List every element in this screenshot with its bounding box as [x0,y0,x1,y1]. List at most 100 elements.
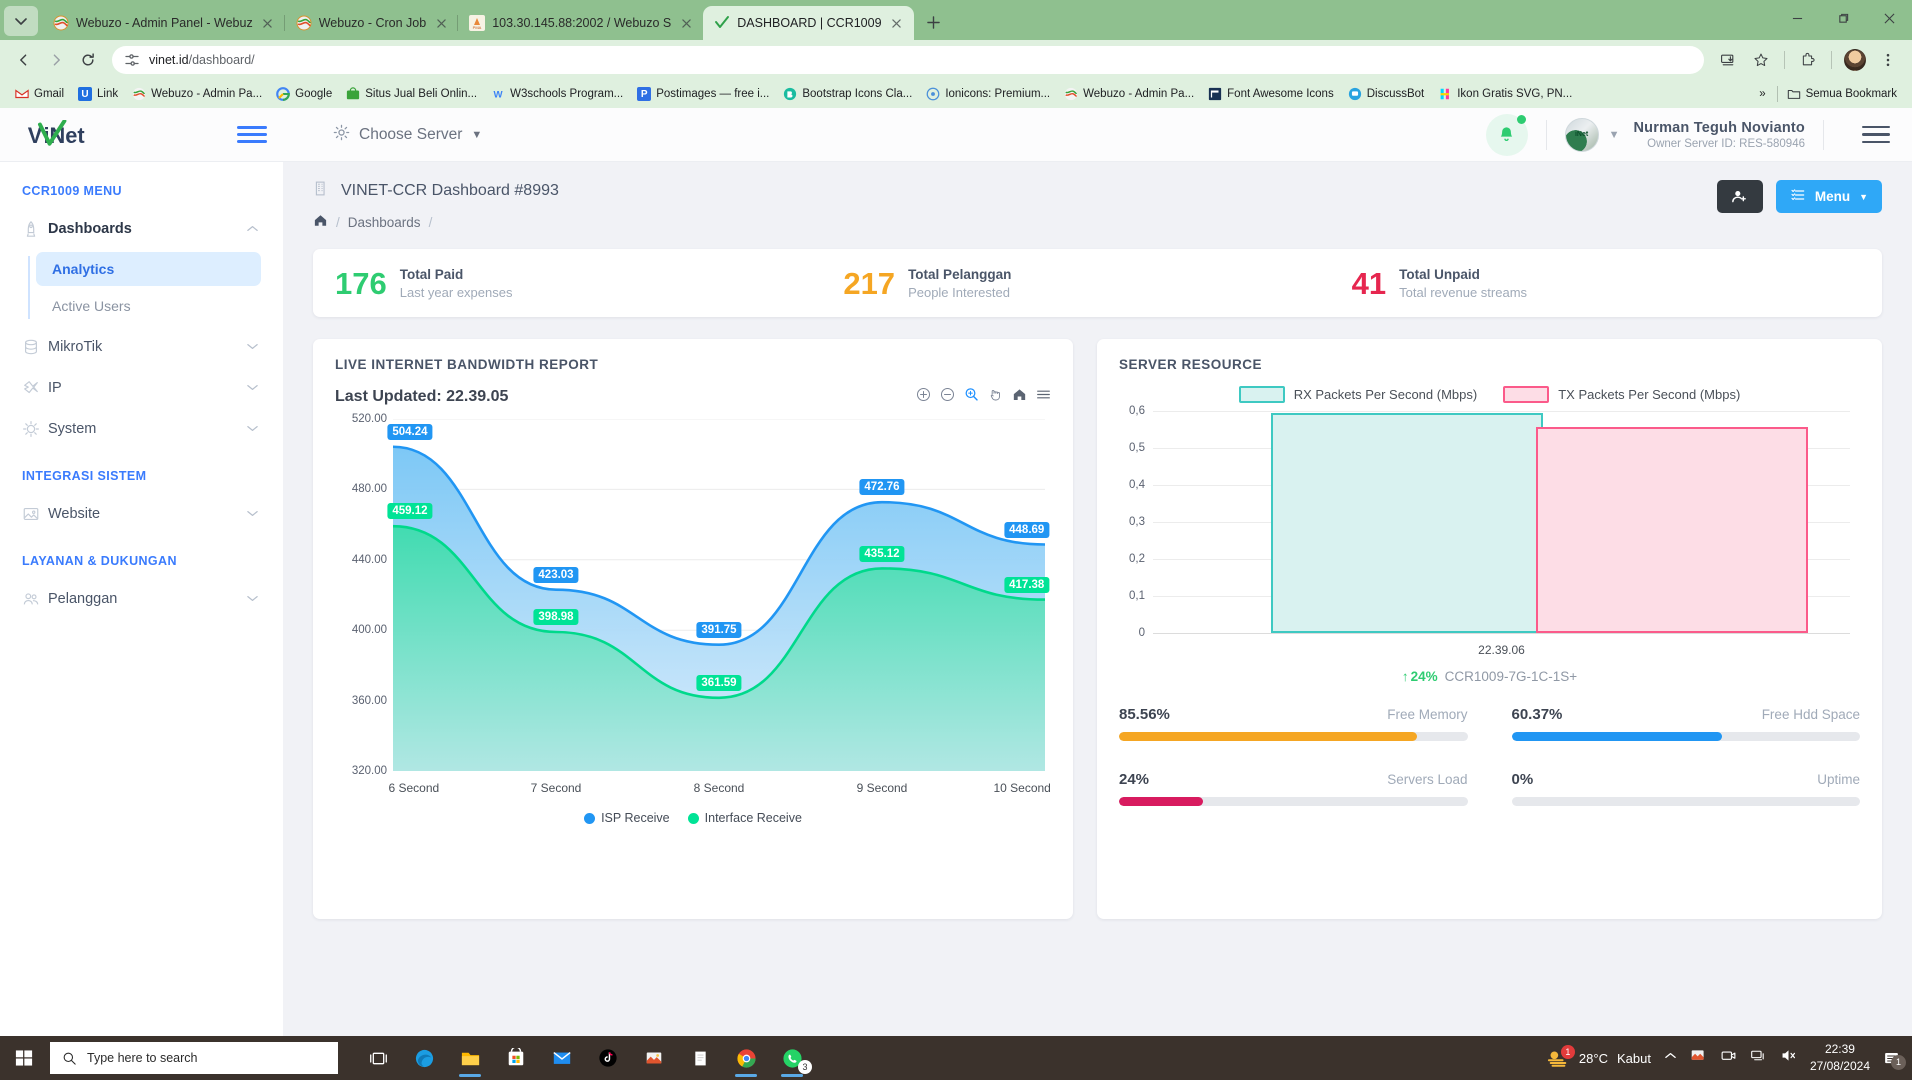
bookmark-item[interactable]: Bootstrap Icons Cla... [777,84,918,104]
pan-icon[interactable] [988,387,1003,407]
volume-muted-icon[interactable] [1780,1047,1797,1069]
add-user-button[interactable] [1716,180,1763,213]
install-app-icon[interactable] [1713,45,1743,75]
extensions-puzzle-icon[interactable] [1793,45,1823,75]
last-updated-text: Last Updated: 22.39.05 [335,388,509,405]
bar[interactable] [1271,412,1544,633]
maximize-icon[interactable] [1820,0,1866,36]
sidebar-item-dashboards[interactable]: Dashboards [0,208,283,249]
settings-menu-button[interactable] [1862,125,1890,144]
profile-avatar[interactable] [1840,45,1870,75]
bar[interactable] [1536,426,1809,633]
bookmark-item[interactable]: W W3schools Program... [485,84,629,104]
new-tab-button[interactable] [920,8,948,36]
network-tray-icon[interactable] [1750,1047,1767,1069]
microsoft-store-icon[interactable] [498,1038,534,1078]
reload-icon[interactable] [73,45,103,75]
tab-search-button[interactable] [4,6,38,36]
bookmarks-overflow[interactable]: » Semua Bookmark [1751,84,1903,104]
browser-tab-2[interactable]: Webuzo - Cron Job [283,6,458,40]
bar-legend-item[interactable]: TX Packets Per Second (Mbps) [1503,386,1740,403]
close-icon[interactable] [889,15,905,31]
search-input[interactable]: Type here to search [50,1042,338,1074]
gridline [1153,411,1850,412]
tray-expand-icon[interactable] [1664,1049,1677,1067]
browser-tab-3[interactable]: PMA 103.30.145.88:2002 / Webuzo S [457,6,703,40]
sidebar-toggle-button[interactable] [237,126,267,143]
camera-tray-icon[interactable] [1720,1047,1737,1069]
site-settings-icon[interactable] [124,52,140,68]
browser-tab-1[interactable]: Webuzo - Admin Panel - Webuz [42,6,285,40]
bookmark-item[interactable]: Webuzo - Admin Pa... [126,84,268,104]
weather-widget[interactable]: 1 28°C Kabut [1546,1045,1651,1068]
choose-server-dropdown[interactable]: Choose Server ▼ [333,124,482,146]
user-chevron-down-icon[interactable]: ▼ [1609,129,1620,141]
bookmark-item[interactable]: Webuzo - Admin Pa... [1058,84,1200,104]
sidebar-item-ip[interactable]: IP [0,367,283,408]
notifications-button[interactable] [1485,113,1528,156]
sidebar-item-system[interactable]: System [0,408,283,449]
overflow-label[interactable]: » [1751,85,1773,103]
sidebar-item-active-users[interactable]: Active Users [36,289,261,323]
server-bar-chart[interactable]: 0 0,1 0,2 0,3 0,4 0,5 0,6 22.39.06 [1119,405,1860,663]
file-explorer-icon[interactable] [452,1038,488,1078]
menu-icon[interactable] [1036,387,1051,407]
all-bookmarks-button[interactable]: Semua Bookmark [1781,84,1903,104]
chrome-icon[interactable] [728,1038,764,1078]
back-icon[interactable] [9,45,39,75]
start-button[interactable] [0,1036,48,1080]
sidebar-item-analytics[interactable]: Analytics [36,252,261,286]
tiktok-icon[interactable] [590,1038,626,1078]
bookmark-item[interactable]: Ionicons: Premium... [920,84,1056,104]
notepad-icon[interactable] [682,1038,718,1078]
vinet-logo[interactable]: V iNet [26,119,122,150]
bookmark-item[interactable]: DiscussBot [1342,84,1431,104]
zoom-out-icon[interactable] [940,387,955,407]
breadcrumb-dashboards[interactable]: Dashboards [348,215,421,230]
bookmark-item[interactable]: Situs Jual Beli Onlin... [340,84,483,104]
bookmark-item[interactable]: Google [270,84,338,104]
sidebar-item-pelanggan[interactable]: Pelanggan [0,578,283,619]
edge-icon[interactable] [406,1038,442,1078]
whatsapp-icon[interactable]: 3 [774,1038,812,1078]
sidebar-item-mikrotik[interactable]: MikroTik [0,326,283,367]
bandwidth-chart[interactable]: 320.00 360.00 400.00 440.00 480.00 520.00 [335,413,1051,825]
legend-item[interactable]: Interface Receive [687,811,802,825]
close-icon[interactable] [678,15,694,31]
task-view-icon[interactable] [360,1038,396,1078]
photos-tray-icon[interactable] [1690,1047,1707,1069]
forward-icon[interactable] [41,45,71,75]
sidebar-item-website[interactable]: Website [0,493,283,534]
bookmark-item[interactable]: Gmail [9,84,70,104]
bookmark-star-icon[interactable] [1746,45,1776,75]
selection-zoom-icon[interactable] [964,387,979,407]
weather-desc: Kabut [1616,1050,1651,1066]
home-icon[interactable] [313,213,328,231]
mail-icon[interactable] [544,1038,580,1078]
avatar[interactable]: iNet [1564,117,1599,152]
close-icon[interactable] [433,15,449,31]
address-bar[interactable]: vinet.id/dashboard/ [112,46,1704,74]
bar-chart-legend[interactable]: RX Packets Per Second (Mbps) TX Packets P… [1119,386,1860,403]
bookmark-item[interactable]: U Link [72,84,124,104]
bookmark-item[interactable]: Ikon Gratis SVG, PN... [1432,84,1578,104]
bookmark-item[interactable]: Font Awesome Icons [1202,84,1340,104]
bar-legend-item[interactable]: RX Packets Per Second (Mbps) [1238,386,1477,403]
y-tick-label: 400.00 [351,624,387,637]
close-icon[interactable] [260,15,276,31]
legend-item[interactable]: ISP Receive [584,811,670,825]
notification-center-icon[interactable]: 1 [1883,1050,1906,1070]
zoom-in-icon[interactable] [916,387,931,407]
bookmark-item[interactable]: P Postimages — free i... [631,84,775,104]
chart-legend[interactable]: ISP Receive Interface Receive [335,811,1051,825]
chrome-menu-icon[interactable] [1873,45,1903,75]
reset-home-icon[interactable] [1012,387,1027,407]
menu-dropdown-button[interactable]: Menu ▼ [1775,180,1882,213]
photos-icon[interactable] [636,1038,672,1078]
user-info[interactable]: Nurman Teguh Novianto Owner Server ID: R… [1634,120,1806,150]
meter-fill [1119,797,1203,806]
minimize-icon[interactable] [1774,0,1820,36]
close-window-icon[interactable] [1866,0,1912,36]
browser-tab-4-active[interactable]: DASHBOARD | CCR1009 [703,6,914,40]
clock[interactable]: 22:39 27/08/2024 [1810,1041,1870,1076]
